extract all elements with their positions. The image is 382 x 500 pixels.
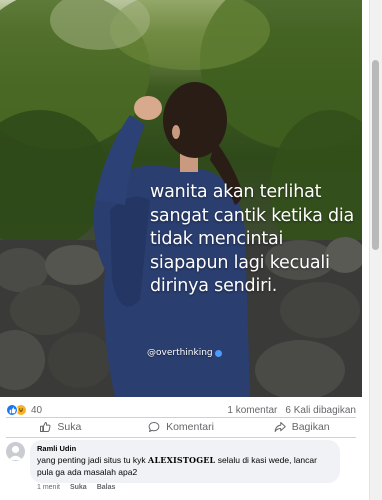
share-arrow-icon <box>274 422 286 432</box>
watermark: @overthinking <box>147 348 222 358</box>
post-quote-text: wanita akan terlihat sangat cantik ketik… <box>150 182 355 296</box>
comment-reply-link[interactable]: Balas <box>97 484 116 491</box>
comment-text-before: yang penting jadi situs tu kyk <box>37 455 149 465</box>
comments-count-link[interactable]: 1 komentar <box>227 405 277 416</box>
default-avatar-icon <box>8 445 23 460</box>
share-button[interactable]: Bagikan <box>241 416 362 438</box>
like-button[interactable]: Suka <box>0 416 121 438</box>
share-button-label: Bagikan <box>291 421 330 433</box>
comment-meta: 1 menit Suka Balas <box>37 484 115 491</box>
comment-time[interactable]: 1 menit <box>37 484 60 491</box>
speech-bubble-icon <box>148 422 160 432</box>
post-image[interactable]: wanita akan terlihat sangat cantik ketik… <box>0 0 362 397</box>
reaction-count: 40 <box>31 404 43 416</box>
reactions[interactable]: 40 <box>6 404 42 416</box>
comment-button-label: Komentari <box>166 421 214 433</box>
comment-like-link[interactable]: Suka <box>70 484 87 491</box>
shares-count-link[interactable]: 6 Kali dibagikan <box>285 405 356 416</box>
like-reaction-icon <box>6 404 18 416</box>
comment-author[interactable]: Ramli Udin <box>37 444 333 453</box>
comment-button[interactable]: Komentari <box>121 416 242 438</box>
watermark-handle: @overthinking <box>147 348 213 358</box>
comment-bubble: Ramli Udin yang penting jadi situs tu ky… <box>30 440 340 483</box>
verified-icon <box>214 349 222 357</box>
avatar[interactable] <box>6 442 25 461</box>
post-actions: Suka Komentari Bagikan <box>0 416 362 438</box>
comment-text: yang penting jadi situs tu kyk ALEXISTOG… <box>37 455 333 478</box>
comment-brand-name: ALEXISTOGEL <box>148 455 216 465</box>
scrollbar-thumb[interactable] <box>372 60 379 250</box>
divider-bottom <box>6 437 356 438</box>
thumbs-up-icon <box>40 422 51 432</box>
like-button-label: Suka <box>57 421 82 433</box>
